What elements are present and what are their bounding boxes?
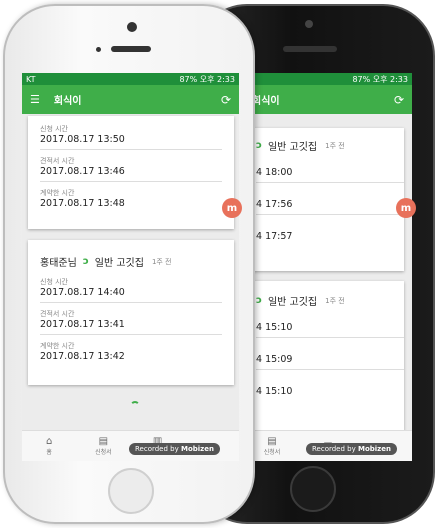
app-title: 회식이 (53, 96, 82, 107)
home-icon: ⌂ (45, 436, 53, 447)
contract-card[interactable]: 신청 시간 2017.08.17 13:50 견적서 시간 2017.08.17 1… (28, 116, 234, 229)
card-time-ago: 1주 전 (325, 141, 345, 150)
field-label: 견적서 시간 (40, 310, 75, 318)
black-phone-screen: 87% 오후 2:33 회식이 ⟳ ↄ 일반 고깃집 1주 전 4 18:00 … (244, 73, 412, 461)
refresh-icon[interactable]: ⟳ (394, 93, 404, 107)
contract-card[interactable]: 홍태준님 ↄ 일반 고깃집 1주 전 신청 시간 2017.08.17 14:40… (28, 240, 234, 385)
mobizen-badge[interactable]: m (396, 198, 416, 218)
front-camera (127, 22, 137, 32)
clipboard-icon: ▤ (267, 436, 277, 447)
time-value: 4 15:09 (256, 354, 404, 370)
nav-applications[interactable]: ▤ 신청서 (76, 431, 130, 461)
nav-home[interactable]: ⌂ 홈 (22, 431, 76, 461)
time-value: 4 18:00 (256, 167, 404, 183)
field-label: 견적서 시간 (40, 157, 75, 165)
status-bar: KT 87% 오후 2:33 (22, 73, 239, 85)
leaf-icon: ↄ (256, 140, 262, 151)
customer-name: 홍태준님 (40, 258, 77, 269)
contract-card[interactable]: ↄ 일반 고깃집 1주 전 4 18:00 4 17:56 4 17:57 (244, 128, 404, 271)
field-value: 2017.08.17 14:40 (40, 287, 222, 303)
card-category: 일반 고깃집 (94, 258, 144, 269)
white-phone-screen: KT 87% 오후 2:33 ☰ 회식이 ⟳ 신청 시간 2017.08.17 13… (22, 73, 239, 461)
card-header: ↄ 일반 고깃집 1주 전 (256, 293, 404, 308)
card-header: 홍태준님 ↄ 일반 고깃집 1주 전 (40, 254, 222, 269)
field-value: 2017.08.17 13:48 (40, 198, 125, 209)
status-bar: 87% 오후 2:33 (244, 73, 412, 85)
field-value: 2017.08.17 13:41 (40, 319, 222, 335)
field-label: 계약한 시간 (40, 342, 75, 350)
card-time-ago: 1주 전 (151, 257, 172, 266)
recorded-watermark: Recorded by Mobizen (306, 443, 397, 455)
earpiece-speaker (283, 46, 337, 52)
leaf-icon: ↄ (82, 256, 89, 267)
field-label: 신청 시간 (40, 278, 68, 286)
app-title: 회식이 (252, 96, 280, 107)
field-value: 2017.08.17 13:46 (40, 166, 222, 182)
card-category: 일반 고깃집 (267, 142, 318, 153)
refresh-icon[interactable]: ⟳ (221, 93, 231, 107)
recorded-watermark: Recorded by Mobizen (129, 443, 220, 455)
clipboard-icon: ▤ (98, 436, 109, 447)
contract-card[interactable]: ↄ 일반 고깃집 1주 전 4 15:10 4 15:09 4 15:10 (244, 281, 404, 431)
field-label: 계약한 시간 (40, 189, 75, 197)
front-camera (305, 20, 313, 28)
field-label: 신청 시간 (40, 125, 68, 133)
card-category: 일반 고깃집 (267, 297, 318, 308)
menu-icon[interactable]: ☰ (30, 93, 40, 106)
app-bar: 회식이 ⟳ (244, 85, 412, 114)
earpiece-speaker (111, 46, 151, 52)
time-value: 4 17:56 (256, 199, 404, 215)
time-value: 4 15:10 (256, 322, 404, 338)
home-button[interactable] (290, 466, 336, 512)
mobizen-badge[interactable]: m (222, 198, 242, 218)
loading-spinner (130, 401, 140, 411)
time-value: 4 17:57 (256, 231, 293, 242)
card-header: ↄ 일반 고깃집 1주 전 (256, 138, 404, 153)
app-bar: ☰ 회식이 ⟳ (22, 85, 239, 114)
card-time-ago: 1주 전 (325, 296, 345, 305)
field-value: 2017.08.17 13:42 (40, 351, 125, 362)
proximity-sensor (96, 47, 101, 52)
home-button[interactable] (108, 468, 154, 514)
field-value: 2017.08.17 13:50 (40, 134, 222, 150)
leaf-icon: ↄ (256, 295, 262, 306)
time-value: 4 15:10 (256, 386, 293, 397)
